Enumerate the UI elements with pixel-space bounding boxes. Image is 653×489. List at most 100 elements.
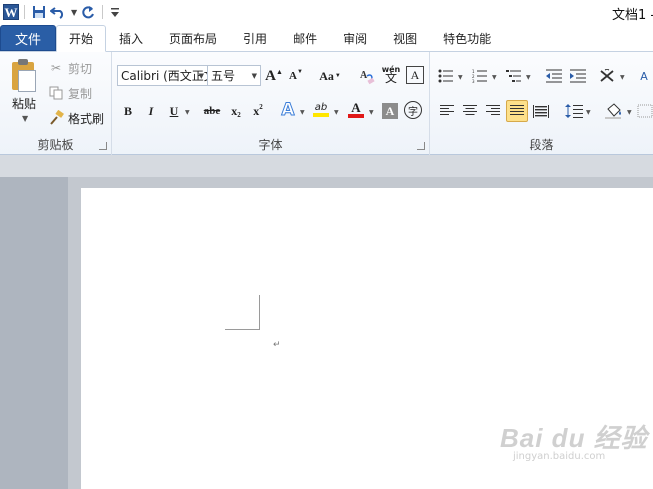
align-center-button[interactable] [460, 101, 480, 121]
font-name-select[interactable]: Calibri (西文正文) ▼ [117, 65, 208, 86]
subscript-button[interactable]: x2 [226, 101, 246, 121]
multilevel-list-icon [506, 70, 521, 82]
change-case-icon: Aa [319, 68, 334, 83]
superscript-button[interactable]: x2 [248, 101, 268, 121]
document-title: 文档1 - [612, 8, 653, 23]
multilevel-dropdown-icon[interactable]: ▼ [526, 74, 531, 81]
character-shading-icon: A [385, 103, 395, 118]
character-border-button[interactable]: A [406, 66, 424, 84]
chinese-layout-icon [600, 69, 614, 82]
align-left-button[interactable] [437, 101, 457, 121]
undo-dropdown-icon[interactable]: ▼ [69, 2, 79, 22]
bold-icon: B [123, 103, 132, 118]
paste-dropdown-icon[interactable]: ▼ [22, 114, 28, 123]
font-color-swatch [348, 113, 364, 118]
phonetic-guide-char: 文 [384, 71, 397, 85]
highlight-button[interactable]: ab [311, 99, 331, 119]
borders-button[interactable] [637, 101, 653, 121]
save-icon[interactable] [30, 2, 48, 22]
font-size-select[interactable]: 五号 ▼ [207, 65, 261, 86]
enclose-characters-icon: 字 [408, 106, 418, 118]
redo-icon[interactable] [79, 2, 97, 22]
grow-font-icon: A [265, 67, 276, 84]
bold-button[interactable]: B [118, 101, 138, 121]
customize-dropdown-icon[interactable] [108, 2, 122, 22]
shrink-font-button[interactable]: A ▼ [286, 66, 306, 86]
decrease-indent-button[interactable] [544, 66, 564, 86]
clear-formatting-icon: A [360, 70, 375, 85]
multilevel-list-button[interactable] [504, 66, 524, 86]
justify-button[interactable] [506, 100, 528, 122]
tab-view[interactable]: 视图 [380, 25, 430, 51]
tab-file[interactable]: 文件 [0, 25, 56, 51]
shrink-font-icon: A [289, 70, 297, 82]
chinese-layout-button[interactable] [598, 66, 618, 86]
undo-icon[interactable] [48, 2, 68, 22]
decrease-indent-icon [546, 69, 562, 83]
underline-button[interactable]: U [164, 101, 184, 121]
numbering-dropdown-icon[interactable]: ▼ [492, 74, 497, 81]
align-left-icon [440, 105, 454, 115]
paste-icon[interactable] [10, 58, 38, 92]
text-effects-dropdown-icon[interactable]: ▼ [300, 109, 305, 116]
line-spacing-button[interactable] [564, 101, 584, 121]
format-painter-label: 格式刷 [68, 111, 105, 126]
chevron-down-icon: ▼ [251, 72, 257, 80]
tab-home[interactable]: 开始 [56, 25, 107, 52]
highlight-dropdown-icon[interactable]: ▼ [334, 109, 339, 116]
strikethrough-button[interactable]: abe [200, 101, 224, 121]
numbering-button[interactable]: 123 [470, 66, 490, 86]
italic-button[interactable]: I [141, 101, 161, 121]
margin-corner-mark [259, 295, 260, 330]
strikethrough-icon: abe [203, 105, 221, 117]
enclose-characters-button[interactable]: 字 [404, 101, 422, 119]
phonetic-guide-button[interactable]: wén 文 [380, 64, 402, 84]
font-launcher-icon[interactable] [417, 142, 425, 150]
align-center-icon [463, 105, 477, 115]
font-color-dropdown-icon[interactable]: ▼ [369, 109, 374, 116]
format-painter-button[interactable]: 格式刷 [48, 108, 104, 128]
tab-mailings[interactable]: 邮件 [280, 25, 330, 51]
word-app-icon[interactable]: W [3, 4, 19, 20]
line-spacing-dropdown-icon[interactable]: ▼ [586, 109, 591, 116]
increase-indent-button[interactable] [568, 66, 588, 86]
distributed-button[interactable] [531, 101, 551, 121]
change-case-button[interactable]: Aa ▼ [318, 66, 342, 86]
align-right-button[interactable] [483, 101, 503, 121]
tab-special-features[interactable]: 特色功能 [430, 25, 504, 51]
paste-button[interactable]: 粘贴 [12, 95, 36, 112]
bullets-dropdown-icon[interactable]: ▼ [458, 74, 463, 81]
baidu-watermark-url: jingyan.baidu.com [513, 451, 606, 462]
character-shading-button[interactable]: A [382, 103, 398, 119]
clipboard-launcher-icon[interactable] [99, 142, 107, 150]
grow-font-button[interactable]: A ▲ [264, 66, 284, 86]
bullets-button[interactable] [436, 66, 456, 86]
tab-references[interactable]: 引用 [230, 25, 280, 51]
shading-dropdown-icon[interactable]: ▼ [627, 109, 632, 116]
text-effects-button[interactable]: A [278, 100, 298, 121]
cut-button[interactable]: ✂ 剪切 [48, 58, 92, 78]
chinese-layout-dropdown-icon[interactable]: ▼ [620, 74, 625, 81]
highlight-color-swatch [313, 112, 329, 117]
shading-button[interactable] [604, 101, 624, 121]
tab-page-layout[interactable]: 页面布局 [156, 25, 230, 51]
paint-bucket-icon [605, 103, 621, 119]
clear-formatting-button[interactable]: A [358, 66, 378, 86]
sort-button[interactable]: A [636, 66, 652, 86]
title-bar: W ▼ 文档1 - [0, 0, 653, 24]
document-area-top-strip [0, 155, 653, 177]
margin-corner-mark [225, 329, 260, 330]
scissors-icon: ✂ [50, 61, 62, 75]
underline-dropdown-icon[interactable]: ▼ [185, 109, 190, 116]
tab-review[interactable]: 审阅 [330, 25, 380, 51]
ribbon-home: 粘贴 ▼ ✂ 剪切 复制 格式刷 剪贴板 Calibri (西文正文) ▼ 五号 [0, 52, 653, 155]
line-spacing-icon [565, 104, 583, 118]
text-effects-icon: A [281, 100, 295, 121]
paragraph-group: ▼ 123 ▼ ▼ ▼ A ▼ ▼ 段落 [430, 52, 653, 155]
borders-icon [637, 104, 653, 118]
tab-insert[interactable]: 插入 [106, 25, 156, 51]
font-color-button[interactable]: A [346, 99, 366, 119]
baidu-watermark: Bai du 经验 [500, 423, 648, 453]
cut-label: 剪切 [68, 61, 93, 76]
copy-button[interactable]: 复制 [48, 83, 92, 103]
